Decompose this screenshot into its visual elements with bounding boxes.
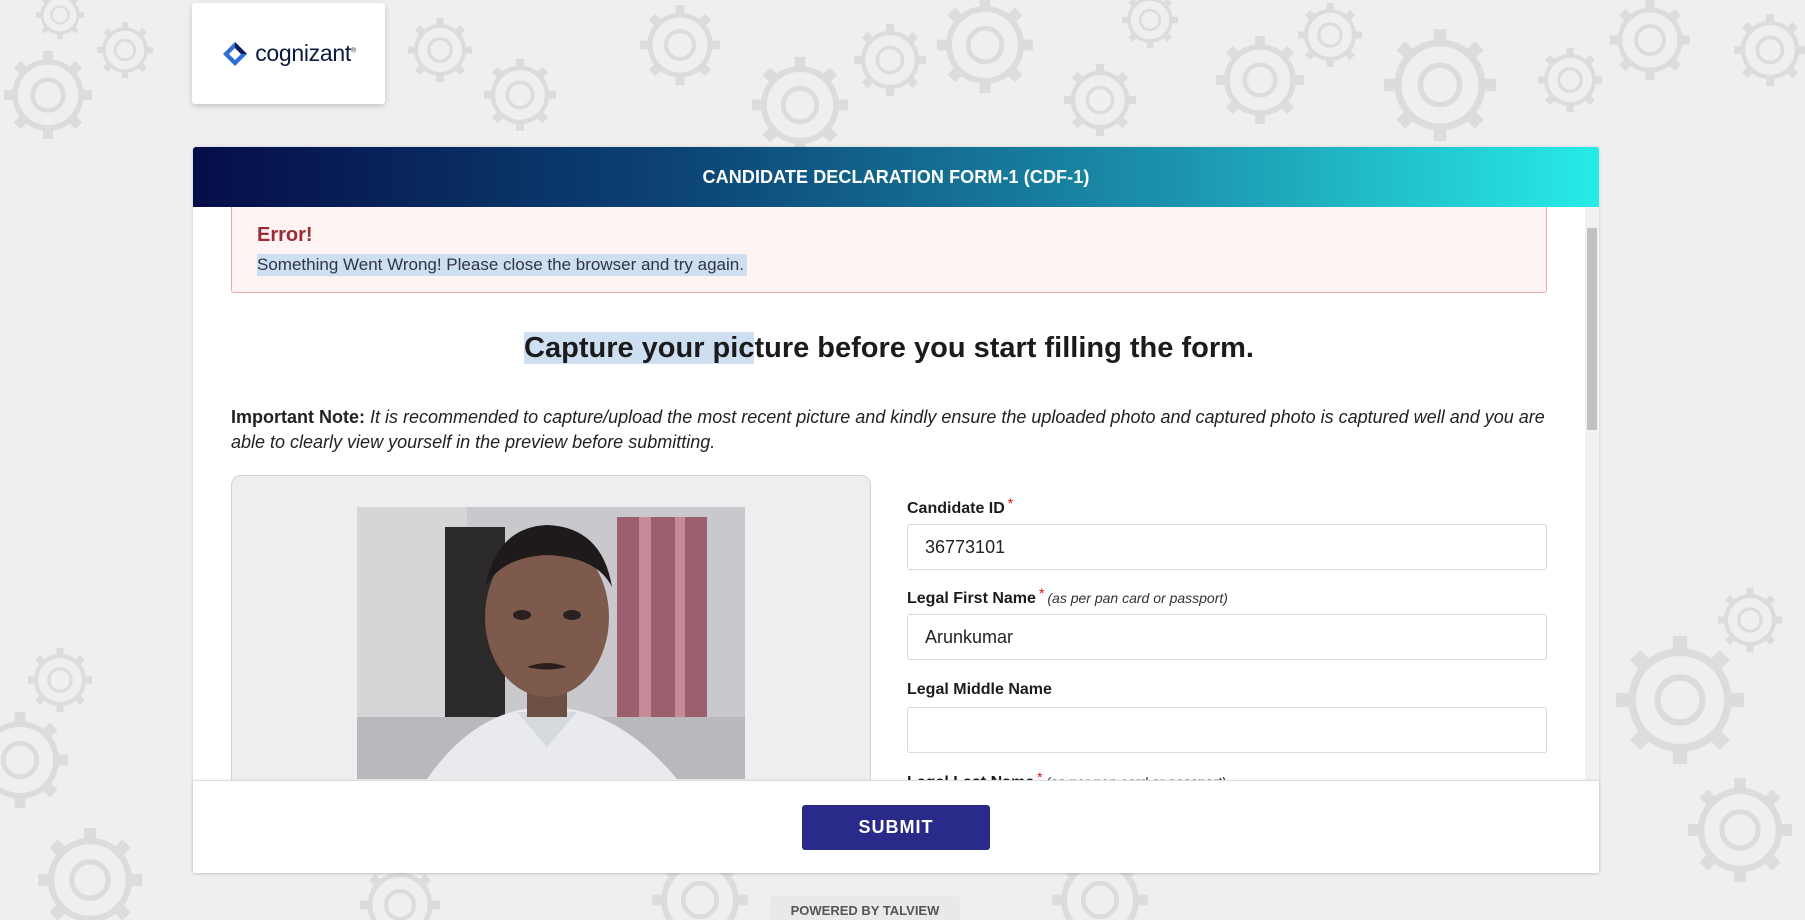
candidate-id-label: Candidate ID *	[907, 495, 1014, 517]
candidate-id-input[interactable]: 36773101	[907, 524, 1547, 570]
webcam-photo	[357, 507, 745, 779]
first-name-label: Legal First Name * (as per pan card or pas…	[907, 585, 1228, 607]
powered-by-footer: POWERED BY TALVIEW	[770, 896, 960, 920]
error-title: Error!	[257, 224, 313, 246]
capture-heading-rest: ture before you start filling the form.	[754, 332, 1254, 364]
error-message: Something Went Wrong! Please close the b…	[257, 254, 747, 276]
first-name-input[interactable]: Arunkumar	[907, 614, 1547, 660]
capture-heading-selected: Capture your pic	[524, 332, 755, 364]
important-note: Important Note: It is recommended to cap…	[231, 405, 1551, 455]
note-label: Important Note:	[231, 407, 365, 427]
submit-bar: SUBMIT	[193, 780, 1599, 873]
form-title: CANDIDATE DECLARATION FORM-1 (CDF-1)	[193, 147, 1599, 207]
middle-name-label: Legal Middle Name	[907, 681, 1052, 698]
note-text: It is recommended to capture/upload the …	[231, 407, 1545, 452]
capture-heading: Capture your picture before you start fi…	[193, 332, 1585, 365]
middle-name-group: Legal Middle Name	[907, 681, 1547, 753]
scrollbar-thumb[interactable]	[1587, 228, 1597, 430]
cognizant-logo-icon	[223, 41, 248, 66]
first-name-group: Legal First Name * (as per pan card or pas…	[907, 585, 1547, 660]
error-alert: Error! Something Went Wrong! Please clos…	[231, 207, 1547, 293]
candidate-id-group: Candidate ID * 36773101	[907, 495, 1547, 570]
logo-text: cognizant®	[255, 40, 356, 66]
logo-card: cognizant®	[192, 3, 385, 104]
form-scrollbar[interactable]	[1585, 207, 1599, 872]
captured-photo	[357, 507, 745, 779]
middle-name-input[interactable]	[907, 707, 1547, 753]
submit-button[interactable]: SUBMIT	[802, 804, 990, 850]
